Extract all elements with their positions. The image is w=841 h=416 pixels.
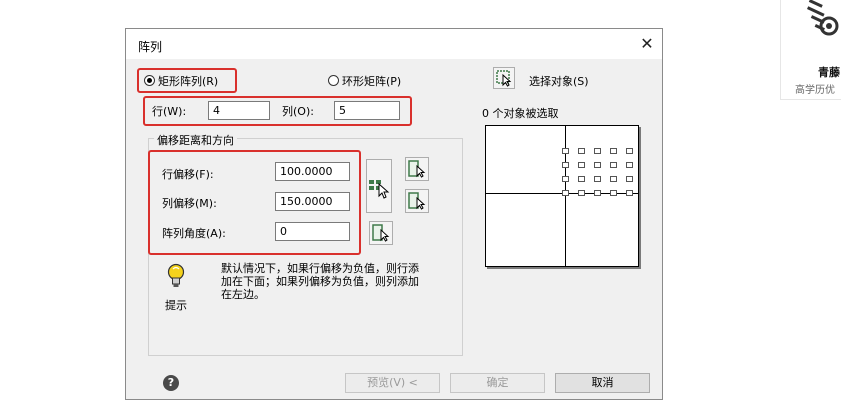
selected-count: 0 个对象被选取	[482, 107, 559, 120]
polar-array-radio[interactable]	[328, 75, 339, 86]
row-offset-label: 行偏移(F):	[162, 168, 214, 181]
array-preview	[485, 125, 639, 267]
preview-array-cell	[594, 190, 601, 196]
col-offset-input[interactable]: 150.0000	[275, 192, 350, 211]
ok-button[interactable]: 确定	[450, 373, 545, 393]
preview-array-cell	[594, 162, 601, 168]
pick-col-offset-button[interactable]	[405, 189, 429, 213]
pick-both-offsets-button[interactable]	[366, 159, 392, 213]
watermark-brand: 青藤	[818, 66, 840, 79]
pick-row-offset-button[interactable]	[405, 157, 429, 181]
preview-array-cell	[578, 190, 585, 196]
row-offset-input[interactable]: 100.0000	[275, 162, 350, 181]
preview-array-cell	[578, 148, 585, 154]
close-icon[interactable]: ✕	[636, 33, 658, 55]
preview-array-cell	[578, 162, 585, 168]
preview-array-cell	[594, 148, 601, 154]
angle-input[interactable]: 0	[275, 222, 350, 241]
pick-angle-icon	[372, 224, 390, 242]
cancel-button[interactable]: 取消	[555, 373, 650, 393]
pick-col-offset-icon	[408, 192, 426, 210]
preview-array-cell	[594, 176, 601, 182]
preview-array-cell	[562, 190, 569, 196]
lightbulb-icon	[167, 263, 185, 287]
preview-array-cell	[610, 176, 617, 182]
cols-input[interactable]: 5	[334, 101, 400, 120]
preview-array-cell	[610, 190, 617, 196]
select-objects-label[interactable]: 选择对象(S)	[529, 73, 589, 89]
pick-both-offsets-icon	[369, 180, 390, 199]
pick-angle-button[interactable]	[369, 221, 393, 245]
watermark-logo: 青藤 高学历优	[780, 0, 841, 100]
preview-array-cell	[562, 148, 569, 154]
preview-array-cell	[626, 162, 633, 168]
help-icon[interactable]: ?	[163, 375, 179, 391]
cols-label: 列(O):	[282, 105, 314, 118]
preview-array-cell	[610, 162, 617, 168]
rows-input[interactable]: 4	[208, 101, 270, 120]
preview-button[interactable]: 预览(V) <	[345, 373, 440, 393]
rect-array-label[interactable]: 矩形阵列(R)	[158, 73, 218, 89]
polar-array-label[interactable]: 环形矩阵(P)	[342, 73, 401, 89]
preview-array-cell	[626, 190, 633, 196]
preview-array-cell	[610, 148, 617, 154]
pick-row-offset-icon	[408, 160, 426, 178]
tip-icon-label: 提示	[165, 299, 187, 312]
select-objects-icon	[496, 70, 512, 87]
preview-array-cell	[578, 176, 585, 182]
preview-grid	[562, 148, 638, 198]
preview-array-cell	[626, 176, 633, 182]
watermark-subtext: 高学历优	[795, 85, 835, 96]
rect-array-radio[interactable]	[144, 75, 155, 86]
angle-label: 阵列角度(A):	[162, 227, 226, 240]
array-dialog: 阵列 ✕ 矩形阵列(R) 环形矩阵(P) 选择对象(S) 行(W): 4 列(O…	[125, 28, 663, 400]
dialog-body: 矩形阵列(R) 环形矩阵(P) 选择对象(S) 行(W): 4 列(O): 5 …	[126, 59, 662, 399]
preview-array-cell	[562, 162, 569, 168]
offset-group-label: 偏移距离和方向	[154, 132, 237, 148]
preview-array-cell	[562, 176, 569, 182]
rows-label: 行(W):	[152, 105, 187, 118]
dialog-title: 阵列	[138, 40, 163, 54]
preview-array-cell	[626, 148, 633, 154]
select-objects-button[interactable]	[493, 67, 515, 89]
logo-icon	[806, 0, 839, 36]
tip-text-line3: 在左边。	[221, 288, 265, 301]
col-offset-label: 列偏移(M):	[162, 197, 217, 210]
